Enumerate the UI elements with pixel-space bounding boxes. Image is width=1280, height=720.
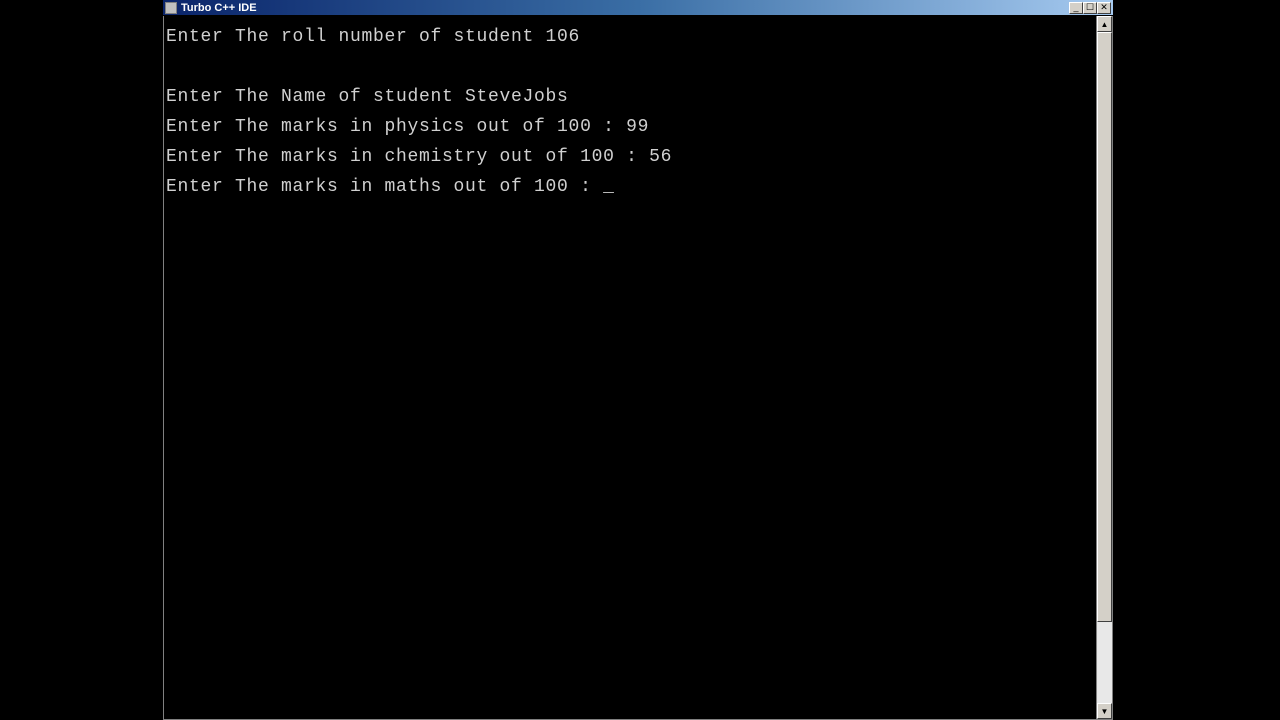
titlebar[interactable]: Turbo C++ IDE _ ☐ ✕ <box>163 0 1113 16</box>
close-icon: ✕ <box>1100 3 1108 12</box>
scroll-down-button[interactable]: ▼ <box>1097 703 1112 719</box>
scroll-up-button[interactable]: ▲ <box>1097 16 1112 32</box>
vertical-scrollbar[interactable]: ▲ ▼ <box>1096 16 1112 719</box>
maximize-icon: ☐ <box>1086 3 1094 12</box>
scroll-thumb[interactable] <box>1097 32 1112 622</box>
minimize-icon: _ <box>1073 3 1078 12</box>
scroll-track[interactable] <box>1097 32 1112 703</box>
desktop-background: Turbo C++ IDE _ ☐ ✕ Enter The roll numbe… <box>0 0 1280 720</box>
console-line: Enter The marks in physics out of 100 : … <box>166 117 649 137</box>
console-line: Enter The roll number of student 106 <box>166 27 580 47</box>
close-button[interactable]: ✕ <box>1097 2 1111 14</box>
minimize-button[interactable]: _ <box>1069 2 1083 14</box>
maximize-button[interactable]: ☐ <box>1083 2 1097 14</box>
chevron-down-icon: ▼ <box>1101 707 1109 716</box>
window-title: Turbo C++ IDE <box>181 2 1069 14</box>
text-cursor: _ <box>603 172 615 202</box>
app-window: Turbo C++ IDE _ ☐ ✕ Enter The roll numbe… <box>163 0 1113 720</box>
app-icon <box>165 2 177 14</box>
client-area: Enter The roll number of student 106 Ent… <box>163 16 1113 720</box>
console-line: Enter The Name of student SteveJobs <box>166 87 569 107</box>
console-output[interactable]: Enter The roll number of student 106 Ent… <box>164 16 1096 719</box>
console-line: Enter The marks in chemistry out of 100 … <box>166 147 672 167</box>
window-controls: _ ☐ ✕ <box>1069 2 1111 14</box>
console-line: Enter The marks in maths out of 100 : <box>166 177 603 197</box>
chevron-up-icon: ▲ <box>1101 20 1109 29</box>
